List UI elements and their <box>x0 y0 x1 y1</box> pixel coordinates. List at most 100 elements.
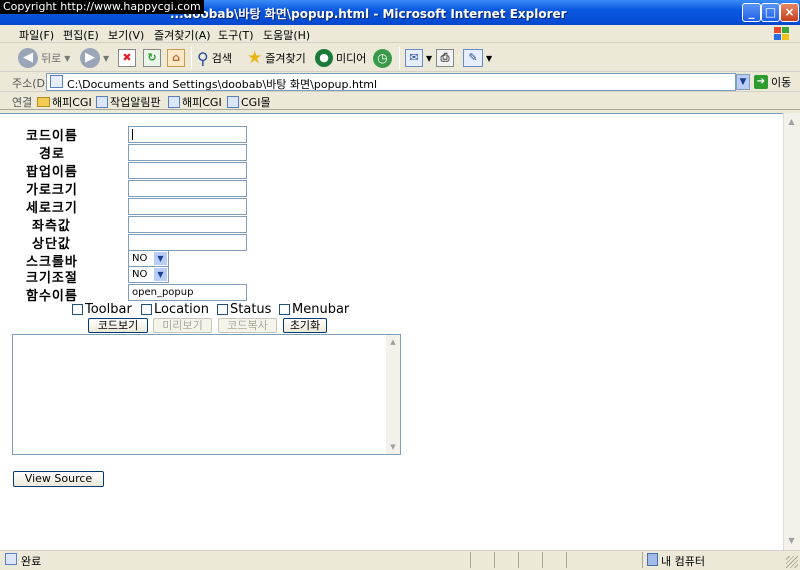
forward-arrow-icon: ▶ <box>80 48 100 68</box>
path-input[interactable] <box>128 144 247 161</box>
edit-page-icon: ✎ <box>463 49 483 67</box>
windows-logo-icon <box>774 27 790 41</box>
back-arrow-icon: ◀ <box>18 48 38 68</box>
status-option[interactable]: Status <box>217 302 271 317</box>
toolbar-option[interactable]: Toolbar <box>72 302 132 317</box>
text-cursor <box>132 129 133 140</box>
label-popup-name: 팝업이름 <box>26 165 78 180</box>
forward-button[interactable]: ▶ ▼ <box>80 47 109 69</box>
address-dropdown-button[interactable]: ▼ <box>736 74 750 90</box>
history-button[interactable]: ◷ <box>373 47 392 69</box>
minimize-button[interactable]: _ <box>742 3 761 22</box>
view-source-button[interactable]: View Source <box>13 471 104 487</box>
page-icon <box>50 75 63 88</box>
toolbar-separator <box>191 47 192 69</box>
status-divider <box>470 552 471 568</box>
menu-tools[interactable]: 도구(T) <box>218 27 254 43</box>
status-checkbox[interactable] <box>217 304 228 315</box>
scroll-up-button[interactable]: ▲ <box>784 114 799 130</box>
star-icon: ★ <box>247 48 263 68</box>
textarea-scroll-down[interactable]: ▼ <box>387 441 399 453</box>
mail-button[interactable]: ✉ ▼ <box>405 47 432 69</box>
search-icon: ⚲ <box>197 48 209 68</box>
label-width: 가로크기 <box>26 183 78 198</box>
back-button[interactable]: ◀ 뒤로 ▼ <box>18 47 70 69</box>
popup-name-input[interactable] <box>128 162 247 179</box>
label-top: 상단값 <box>32 237 71 252</box>
print-button[interactable]: ⎙ <box>436 47 454 69</box>
status-divider <box>642 552 643 568</box>
scroll-down-button[interactable]: ▼ <box>784 533 799 549</box>
code-name-input[interactable] <box>128 126 247 143</box>
location-checkbox[interactable] <box>141 304 152 315</box>
media-icon: ● <box>315 49 333 67</box>
address-url[interactable]: C:\Documents and Settings\doobab\바탕 화면\p… <box>67 76 377 92</box>
menu-view[interactable]: 보기(V) <box>108 27 144 43</box>
page-done-icon <box>5 553 17 565</box>
label-resizable: 크기조절 <box>26 271 78 286</box>
links-label: 연결 <box>12 96 33 109</box>
go-arrow-icon: ➔ <box>754 75 768 89</box>
stop-icon: ✖ <box>118 49 136 67</box>
refresh-button[interactable]: ↻ <box>143 47 161 69</box>
textarea-scroll-up[interactable]: ▲ <box>387 336 399 348</box>
page-icon <box>227 96 239 108</box>
label-path: 경로 <box>39 147 65 162</box>
function-name-input[interactable]: open_popup <box>128 284 247 301</box>
menubar-option[interactable]: Menubar <box>279 302 349 317</box>
link-board[interactable]: 작업알림판 <box>96 94 161 110</box>
home-button[interactable]: ⌂ <box>167 47 185 69</box>
media-button[interactable]: ● 미디어 <box>315 47 366 69</box>
edit-button[interactable]: ✎ ▼ <box>463 47 492 69</box>
favorites-button[interactable]: ★ 즐겨찾기 <box>247 47 306 69</box>
search-button[interactable]: ⚲ 검색 <box>197 47 232 69</box>
stop-button[interactable]: ✖ <box>118 47 136 69</box>
left-input[interactable] <box>128 216 247 233</box>
menu-help[interactable]: 도움말(H) <box>263 27 310 43</box>
location-option[interactable]: Location <box>141 302 209 317</box>
folder-icon <box>37 97 50 107</box>
toolbar-checkbox[interactable] <box>72 304 83 315</box>
menubar-checkbox[interactable] <box>279 304 290 315</box>
resizable-select[interactable]: NO ▼ <box>128 266 169 283</box>
go-button[interactable]: ➔ 이동 <box>754 74 791 90</box>
top-input[interactable] <box>128 234 247 251</box>
code-output-textarea[interactable] <box>12 334 401 455</box>
menu-favorites[interactable]: 즐겨찾기(A) <box>154 27 211 43</box>
page-icon <box>168 96 180 108</box>
mail-icon: ✉ <box>405 49 423 67</box>
address-label: 주소(D) <box>12 77 50 90</box>
menu-file[interactable]: 파일(F) <box>19 27 54 43</box>
width-input[interactable] <box>128 180 247 197</box>
security-zone: 내 컴퓨터 <box>661 555 705 568</box>
view-code-button[interactable]: 코드보기 <box>88 318 148 333</box>
textarea-scrollbar[interactable] <box>386 335 400 454</box>
copy-code-button[interactable]: 코드복사 <box>218 318 277 333</box>
home-icon: ⌂ <box>167 49 185 67</box>
status-divider <box>518 552 519 568</box>
menu-edit[interactable]: 편집(E) <box>63 27 99 43</box>
status-divider <box>566 552 567 568</box>
vertical-scrollbar[interactable] <box>783 113 800 550</box>
chevron-down-icon: ▼ <box>64 53 71 63</box>
link-happycgi-2[interactable]: 해피CGI <box>168 94 222 110</box>
resize-grip[interactable] <box>786 556 798 568</box>
chevron-down-icon: ▼ <box>486 53 493 63</box>
status-divider <box>494 552 495 568</box>
height-input[interactable] <box>128 198 247 215</box>
maximize-button[interactable]: □ <box>761 3 780 22</box>
chevron-down-icon: ▼ <box>103 53 110 63</box>
reset-button[interactable]: 초기화 <box>283 318 327 333</box>
chevron-down-icon: ▼ <box>154 268 167 281</box>
status-text: 완료 <box>21 555 42 568</box>
window-title: ...doobab\바탕 화면\popup.html - Microsoft I… <box>170 7 567 21</box>
link-happycgi[interactable]: 해피CGI <box>37 94 92 110</box>
history-icon: ◷ <box>373 48 392 68</box>
page-icon <box>96 96 108 108</box>
link-cgimall[interactable]: CGI몰 <box>227 94 271 110</box>
copyright-overlay: Copyright http://www.happycgi.com <box>0 0 204 14</box>
close-button[interactable]: × <box>780 3 799 22</box>
preview-button[interactable]: 미리보기 <box>153 318 212 333</box>
printer-icon: ⎙ <box>436 49 454 67</box>
scrollbar-select[interactable]: NO ▼ <box>128 250 169 267</box>
